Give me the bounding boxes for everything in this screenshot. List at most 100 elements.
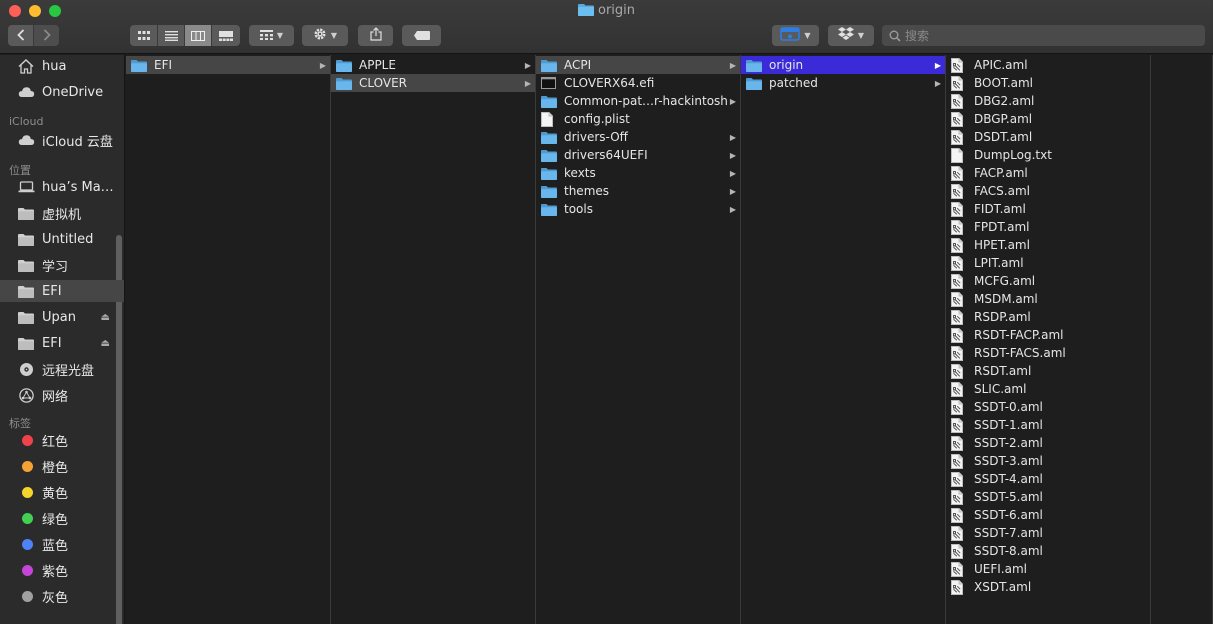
folder-row[interactable]: drivers-Off ▶ <box>536 128 740 146</box>
sidebar-item-efi[interactable]: EFI <box>0 280 124 302</box>
eject-icon[interactable]: ⏏ <box>101 312 110 323</box>
sidebar-item-untitled[interactable]: Untitled <box>0 228 124 250</box>
file-row[interactable]: DSDT.aml <box>946 128 1150 146</box>
icon-view-button[interactable] <box>130 25 158 46</box>
item-name: FACS.aml <box>974 184 1030 198</box>
window-title: origin <box>0 2 1213 20</box>
file-row[interactable]: SSDT-6.aml <box>946 506 1150 524</box>
file-row[interactable]: SSDT-0.aml <box>946 398 1150 416</box>
sidebar-item-icloud-云盘[interactable]: iCloud 云盘 <box>0 129 124 151</box>
sidebar-tag-灰色[interactable]: 灰色 <box>0 585 124 607</box>
file-row[interactable]: RSDT.aml <box>946 362 1150 380</box>
folder-row[interactable]: origin ▶ <box>741 56 945 74</box>
sidebar-tag-绿色[interactable]: 绿色 <box>0 507 124 529</box>
file-row[interactable]: RSDT-FACP.aml <box>946 326 1150 344</box>
disclosure-arrow-icon: ▶ <box>934 78 941 88</box>
blue-folder-icon <box>336 77 352 90</box>
sidebar-tag-紫色[interactable]: 紫色 <box>0 559 124 581</box>
sidebar-item-label: 虚拟机 <box>42 207 82 223</box>
file-row[interactable]: DBGP.aml <box>946 110 1150 128</box>
folder-row[interactable]: CLOVER ▶ <box>331 74 535 92</box>
item-name: SSDT-8.aml <box>974 544 1043 558</box>
columns-icon <box>191 26 205 45</box>
file-row[interactable]: XSDT.aml <box>946 578 1150 596</box>
folder-row[interactable]: drivers64UEFI ▶ <box>536 146 740 164</box>
file-row[interactable]: APIC.aml <box>946 56 1150 74</box>
file-row[interactable]: MSDM.aml <box>946 290 1150 308</box>
icloud-share-button[interactable]: ▼ <box>772 25 819 46</box>
sidebar-tag-红色[interactable]: 红色 <box>0 429 124 451</box>
sidebar-item-label: EFI <box>42 335 62 351</box>
folder-row[interactable]: APPLE ▶ <box>331 56 535 74</box>
file-row[interactable]: SSDT-1.aml <box>946 416 1150 434</box>
file-row[interactable]: FPDT.aml <box>946 218 1150 236</box>
forward-button[interactable] <box>34 25 59 46</box>
file-row[interactable]: SSDT-5.aml <box>946 488 1150 506</box>
sidebar-section-header: iCloud <box>9 115 44 128</box>
window-share-icon <box>780 27 801 44</box>
sidebar-item-onedrive[interactable]: OneDrive <box>0 81 124 103</box>
file-row[interactable]: CLOVERX64.efi <box>536 74 740 92</box>
sidebar-tag-橙色[interactable]: 橙色 <box>0 455 124 477</box>
file-row[interactable]: SLIC.aml <box>946 380 1150 398</box>
sidebar-item-upan[interactable]: Upan ⏏ <box>0 306 124 328</box>
file-row[interactable]: DumpLog.txt <box>946 146 1150 164</box>
file-row[interactable]: MCFG.aml <box>946 272 1150 290</box>
folder-row[interactable]: Common-pat…r-hackintosh ▶ <box>536 92 740 110</box>
sidebar-item-hua-s-ma[interactable]: hua’s Ma… <box>0 176 124 198</box>
sidebar-item-efi[interactable]: EFI ⏏ <box>0 332 124 354</box>
sidebar-item-hua[interactable]: hua <box>0 55 124 77</box>
item-name: Common-pat…r-hackintosh <box>564 94 728 108</box>
file-row[interactable]: SSDT-7.aml <box>946 524 1150 542</box>
file-row[interactable]: SSDT-3.aml <box>946 452 1150 470</box>
file-row[interactable]: SSDT-4.aml <box>946 470 1150 488</box>
aml-file-icon <box>951 111 967 127</box>
file-row[interactable]: DBG2.aml <box>946 92 1150 110</box>
chevron-left-icon <box>16 26 25 45</box>
file-row[interactable]: FACP.aml <box>946 164 1150 182</box>
eject-icon[interactable]: ⏏ <box>101 338 110 349</box>
group-by-button[interactable]: ▼ <box>249 25 294 46</box>
back-button[interactable] <box>8 25 34 46</box>
sidebar-item-label: EFI <box>42 283 62 299</box>
file-row[interactable]: FIDT.aml <box>946 200 1150 218</box>
file-row[interactable]: HPET.aml <box>946 236 1150 254</box>
tag-color-dot-icon <box>22 434 33 446</box>
sidebar-tag-黄色[interactable]: 黄色 <box>0 481 124 503</box>
column-view-button[interactable] <box>185 25 212 46</box>
sidebar-item-虚拟机[interactable]: 虚拟机 <box>0 202 124 224</box>
sidebar-item-远程光盘[interactable]: 远程光盘 <box>0 358 124 380</box>
folder-row[interactable]: tools ▶ <box>536 200 740 218</box>
sidebar-tag-label: 绿色 <box>42 512 69 528</box>
grid-icon <box>259 29 273 43</box>
sidebar-tag-蓝色[interactable]: 蓝色 <box>0 533 124 555</box>
file-row[interactable]: FACS.aml <box>946 182 1150 200</box>
file-row[interactable]: LPIT.aml <box>946 254 1150 272</box>
folder-row[interactable]: ACPI ▶ <box>536 56 740 74</box>
dropbox-button[interactable]: ▼ <box>828 25 874 46</box>
share-button[interactable] <box>358 25 393 46</box>
file-row[interactable]: RSDT-FACS.aml <box>946 344 1150 362</box>
item-name: SLIC.aml <box>974 382 1027 396</box>
disclosure-arrow-icon: ▶ <box>729 96 736 106</box>
file-row[interactable]: config.plist <box>536 110 740 128</box>
aml-file-icon <box>951 471 967 487</box>
list-view-button[interactable] <box>158 25 185 46</box>
file-row[interactable]: SSDT-8.aml <box>946 542 1150 560</box>
action-menu-button[interactable]: ▼ <box>302 25 348 46</box>
file-row[interactable]: BOOT.aml <box>946 74 1150 92</box>
folder-row[interactable]: patched ▶ <box>741 74 945 92</box>
folder-row[interactable]: EFI ▶ <box>126 56 330 74</box>
search-input[interactable] <box>905 28 1185 43</box>
sidebar-item-学习[interactable]: 学习 <box>0 254 124 276</box>
folder-row[interactable]: themes ▶ <box>536 182 740 200</box>
gallery-view-button[interactable] <box>212 25 240 46</box>
folder-row[interactable]: kexts ▶ <box>536 164 740 182</box>
search-field[interactable] <box>882 25 1205 46</box>
aml-file-icon <box>951 435 967 451</box>
file-row[interactable]: SSDT-2.aml <box>946 434 1150 452</box>
file-row[interactable]: RSDP.aml <box>946 308 1150 326</box>
sidebar-item-网络[interactable]: 网络 <box>0 384 124 406</box>
file-row[interactable]: UEFI.aml <box>946 560 1150 578</box>
edit-tags-button[interactable] <box>402 25 441 46</box>
